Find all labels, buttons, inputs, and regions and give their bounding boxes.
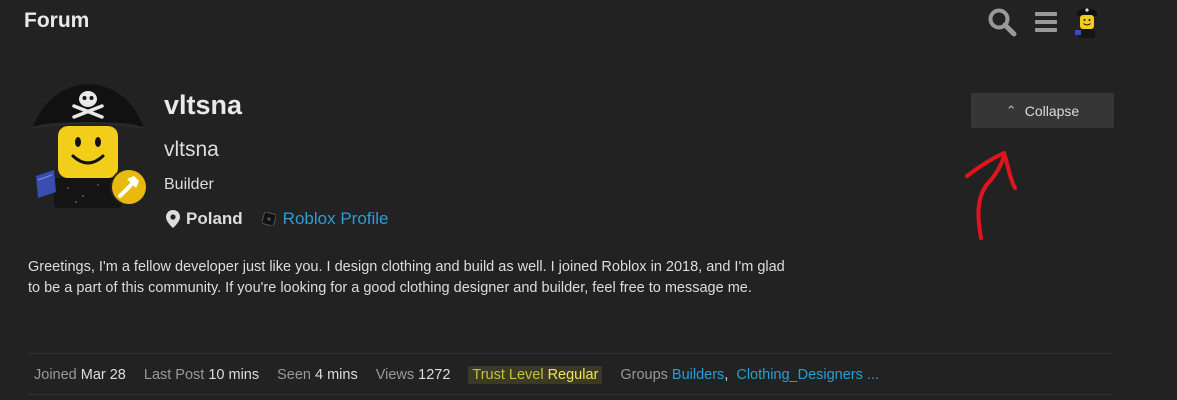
profile-name: vltsna: [164, 138, 219, 161]
group-link-builders[interactable]: Builders: [672, 367, 724, 383]
stat-seen: Seen 4 mins: [277, 367, 358, 383]
stat-label: Trust Level: [472, 367, 544, 383]
hamburger-menu-icon-bar: [1035, 20, 1057, 24]
location-pin-icon: [166, 210, 180, 228]
stat-label: Last Post: [143, 367, 205, 383]
group-link-clothing-designers[interactable]: Clothing_Designers: [736, 367, 863, 383]
user-avatar-icon: [1075, 8, 1098, 38]
stat-last-post: Last Post 10 mins: [144, 367, 259, 383]
hamburger-menu-button[interactable]: [1030, 6, 1062, 38]
profile-location-row: Poland Roblox Profile: [166, 208, 389, 230]
stat-label: Views: [375, 367, 415, 383]
hamburger-menu-icon: [1035, 12, 1057, 16]
stat-groups: Groups Builders, Clothing_Designers ...: [620, 367, 879, 383]
profile-bio: Greetings, I'm a fellow developer just l…: [28, 259, 785, 296]
profile-location: Poland: [186, 209, 243, 228]
divider: [28, 353, 1113, 354]
collapse-button[interactable]: ⌃ Collapse: [971, 93, 1114, 128]
forum-title[interactable]: Forum: [24, 9, 89, 33]
stat-value: 4 mins: [314, 367, 358, 383]
stat-joined: Joined Mar 28: [34, 367, 126, 383]
double-chevron-up-icon: ⌃: [1005, 103, 1017, 118]
stat-views: Views 1272: [376, 367, 451, 383]
roblox-profile-link[interactable]: Roblox Profile: [283, 209, 389, 229]
stat-value: Mar 28: [80, 367, 126, 383]
top-header: Forum: [0, 0, 1177, 44]
collapse-button-label: Collapse: [1024, 102, 1080, 119]
separator: ,: [724, 367, 729, 383]
groups-more[interactable]: ...: [867, 367, 879, 383]
stat-label: Groups: [620, 367, 668, 383]
stat-value: 1272: [418, 367, 451, 383]
profile-username: vltsna: [164, 90, 243, 120]
stat-trust-level: Trust Level Regular: [468, 366, 603, 384]
header-user-avatar[interactable]: [1070, 3, 1104, 39]
profile-stats: Joined Mar 28 Last Post 10 mins Seen 4 m…: [34, 365, 897, 385]
stat-label: Seen: [277, 367, 311, 383]
profile-avatar: [28, 84, 152, 212]
roblox-logo-icon: [261, 212, 276, 226]
stat-value: Regular: [547, 367, 599, 383]
red-arrow-annotation: [965, 151, 1017, 240]
stat-value: 10 mins: [208, 367, 260, 383]
search-icon: [988, 8, 1017, 37]
hamburger-menu-icon-bar: [1035, 28, 1057, 32]
profile-title: Builder: [164, 176, 214, 193]
stat-label: Joined: [34, 367, 77, 383]
search-button[interactable]: [986, 6, 1018, 38]
divider: [28, 394, 1113, 395]
